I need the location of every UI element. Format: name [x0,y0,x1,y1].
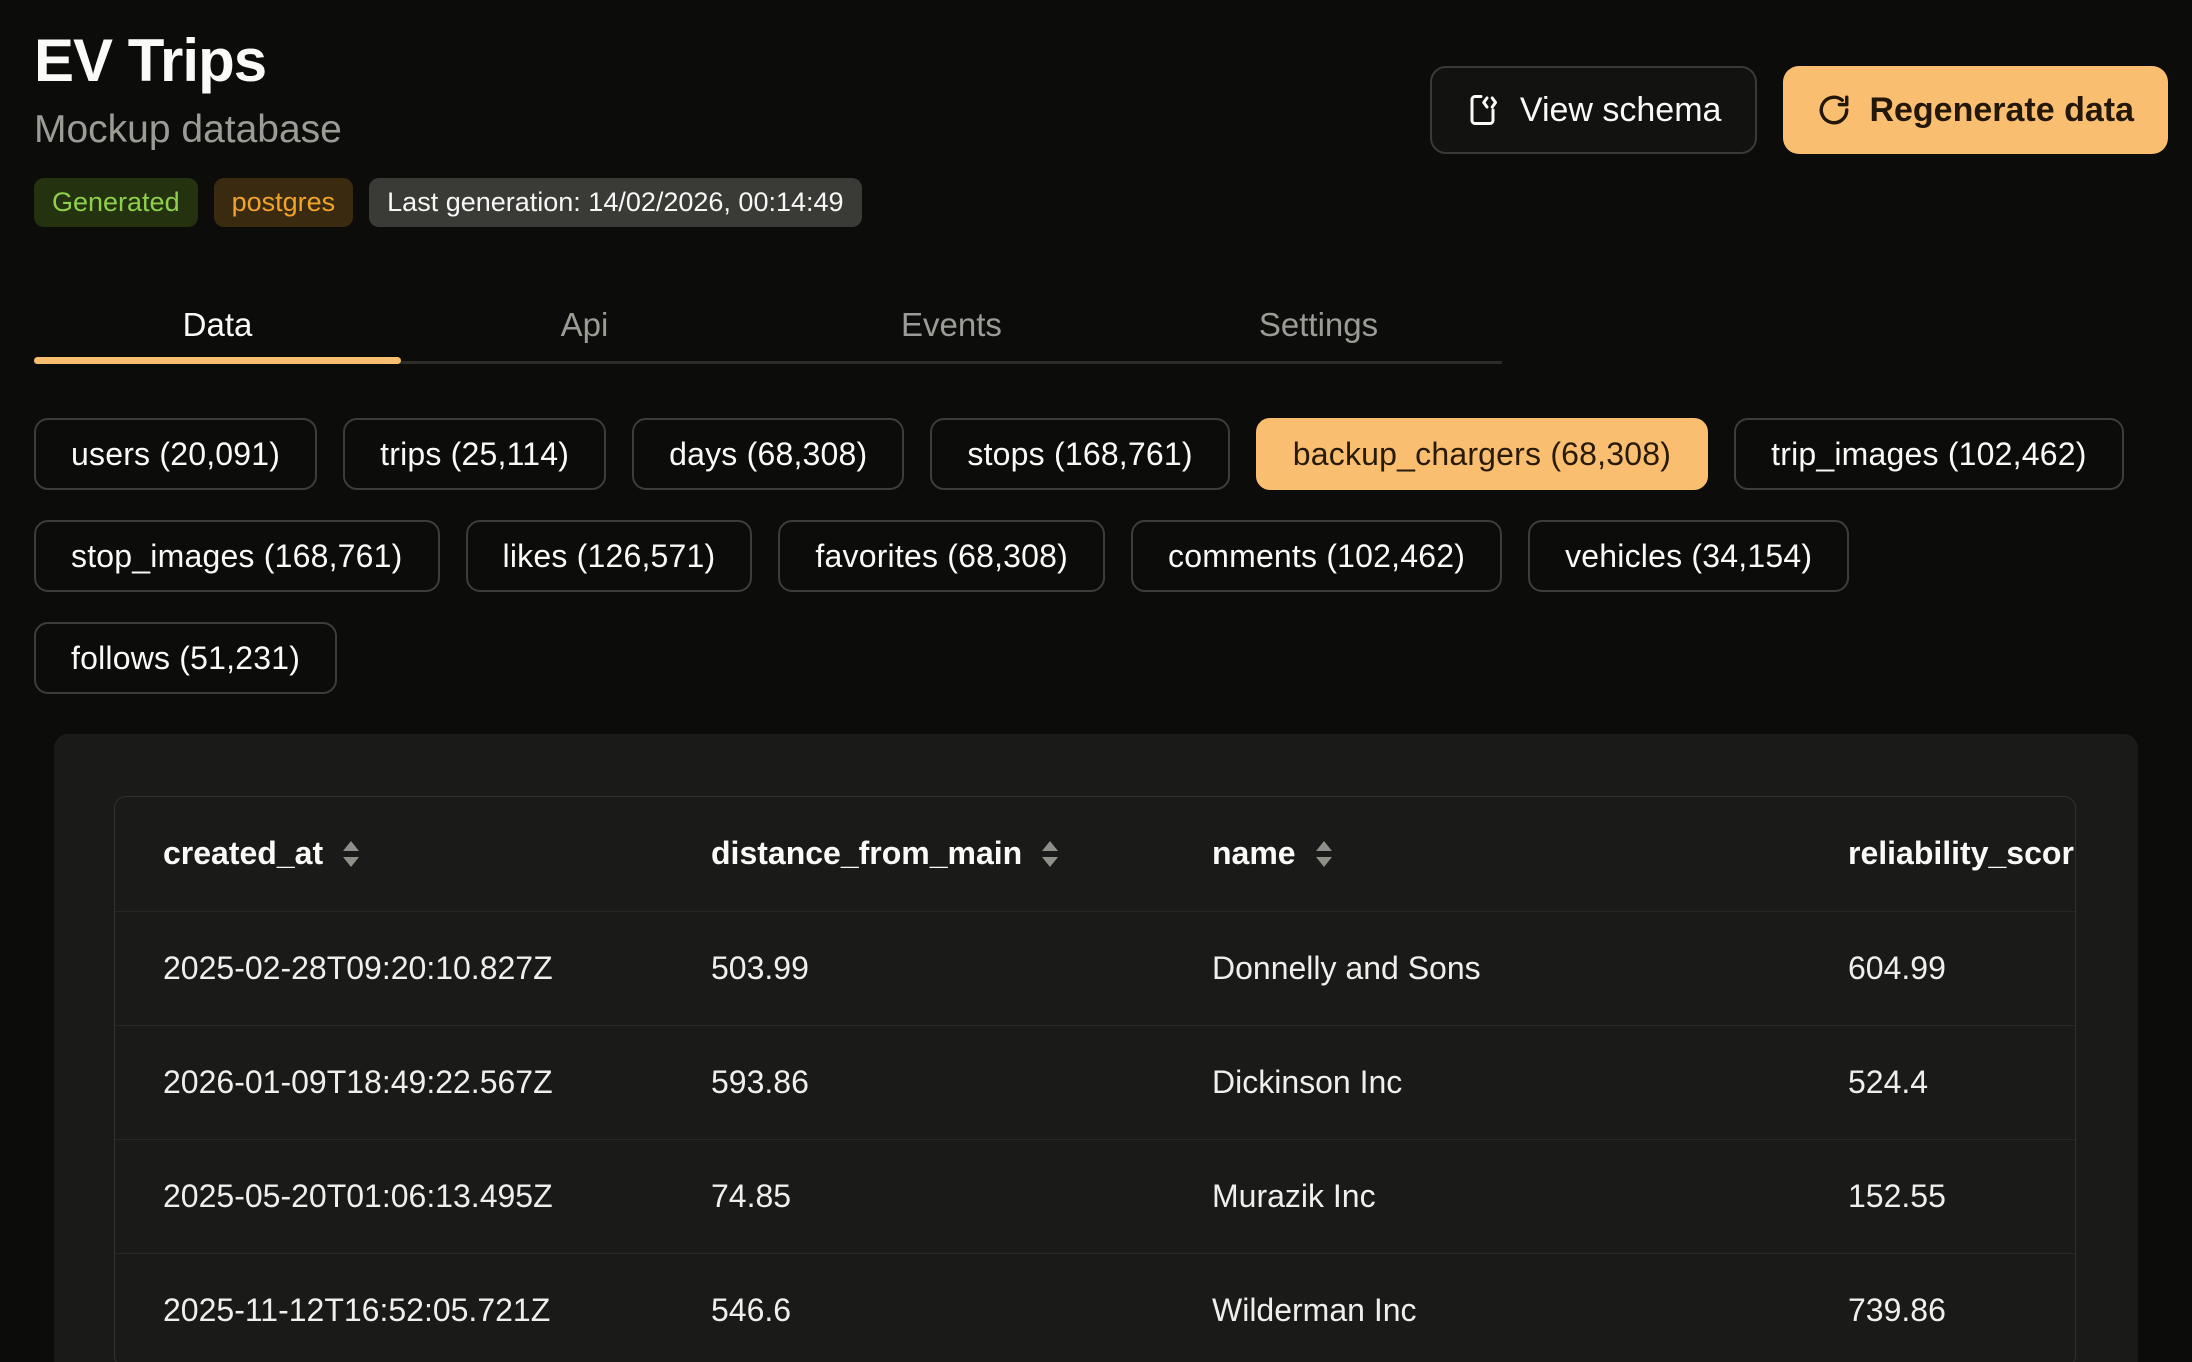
table-cell: 152.55 [1800,1139,2076,1253]
table-body: 2025-02-28T09:20:10.827Z503.99Donnelly a… [115,911,2076,1362]
table-row[interactable]: 2025-11-12T16:52:05.721Z546.6Wilderman I… [115,1253,2076,1362]
table-header-row: created_at distance_from_main name reliabil… [115,797,2076,911]
entity-chip[interactable]: vehicles (34,154) [1528,520,1849,592]
view-schema-button[interactable]: View schema [1430,66,1758,154]
entity-chip[interactable]: likes (126,571) [466,520,753,592]
table-cell: Donnelly and Sons [1164,911,1800,1025]
tab-api[interactable]: Api [401,289,768,361]
last-generation-badge: Last generation: 14/02/2026, 00:14:49 [369,178,861,227]
entity-chip[interactable]: favorites (68,308) [778,520,1105,592]
column-label: created_at [163,835,323,872]
table-cell: 593.86 [663,1025,1164,1139]
table-cell: 2025-11-12T16:52:05.721Z [115,1253,663,1362]
entity-chip[interactable]: trip_images (102,462) [1734,418,2123,490]
title-block: EV Trips Mockup database Generated postg… [34,28,862,227]
table-cell: 524.4 [1800,1025,2076,1139]
entity-chip[interactable]: backup_chargers (68,308) [1256,418,1708,490]
entity-chip[interactable]: trips (25,114) [343,418,606,490]
header-actions: View schema Regenerate data [1430,66,2168,154]
table-cell: 604.99 [1800,911,2076,1025]
column-header[interactable]: created_at [115,797,663,911]
entity-chip[interactable]: stops (168,761) [930,418,1229,490]
status-badge: Generated [34,178,198,227]
sort-icon[interactable] [1316,841,1332,867]
records-table: created_at distance_from_main name reliabil… [115,797,2076,1362]
table-cell: 2026-01-09T18:49:22.567Z [115,1025,663,1139]
table-cell: Wilderman Inc [1164,1253,1800,1362]
table-cell: 546.6 [663,1253,1164,1362]
column-label: reliability_score [1848,835,2076,872]
data-panel: created_at distance_from_main name reliabil… [54,734,2138,1362]
entity-chip[interactable]: comments (102,462) [1131,520,1502,592]
table-row[interactable]: 2025-05-20T01:06:13.495Z74.85Murazik Inc… [115,1139,2076,1253]
table-cell: Murazik Inc [1164,1139,1800,1253]
table-card: created_at distance_from_main name reliabil… [114,796,2076,1362]
table-cell: 74.85 [663,1139,1164,1253]
column-label: distance_from_main [711,835,1022,872]
tab-settings[interactable]: Settings [1135,289,1502,361]
page: EV Trips Mockup database Generated postg… [0,0,2192,1362]
tab-bar: DataApiEventsSettings [34,289,1502,364]
column-label: name [1212,835,1296,872]
table-row[interactable]: 2025-02-28T09:20:10.827Z503.99Donnelly a… [115,911,2076,1025]
file-code-icon [1466,92,1502,128]
engine-badge: postgres [214,178,354,227]
sort-icon[interactable] [343,841,359,867]
table-cell: 2025-05-20T01:06:13.495Z [115,1139,663,1253]
refresh-icon [1817,93,1851,127]
view-schema-label: View schema [1520,91,1722,130]
entity-chip[interactable]: days (68,308) [632,418,904,490]
regenerate-data-button[interactable]: Regenerate data [1783,66,2168,154]
regenerate-data-label: Regenerate data [1869,91,2134,130]
entity-chip[interactable]: stop_images (168,761) [34,520,440,592]
page-title: EV Trips [34,28,862,94]
column-header[interactable]: distance_from_main [663,797,1164,911]
tab-data[interactable]: Data [34,289,401,361]
page-header: EV Trips Mockup database Generated postg… [34,28,2168,227]
tab-events[interactable]: Events [768,289,1135,361]
entity-chip-list: users (20,091) trips (25,114) days (68,308… [34,418,2144,694]
entity-chip[interactable]: follows (51,231) [34,622,337,694]
column-header[interactable]: reliability_score [1800,797,2076,911]
column-header[interactable]: name [1164,797,1800,911]
table-cell: Dickinson Inc [1164,1025,1800,1139]
badge-row: Generated postgres Last generation: 14/0… [34,178,862,227]
table-row[interactable]: 2026-01-09T18:49:22.567Z593.86Dickinson … [115,1025,2076,1139]
sort-icon[interactable] [1042,841,1058,867]
entity-chip[interactable]: users (20,091) [34,418,317,490]
table-cell: 739.86 [1800,1253,2076,1362]
table-cell: 503.99 [663,911,1164,1025]
table-cell: 2025-02-28T09:20:10.827Z [115,911,663,1025]
page-subtitle: Mockup database [34,108,862,152]
